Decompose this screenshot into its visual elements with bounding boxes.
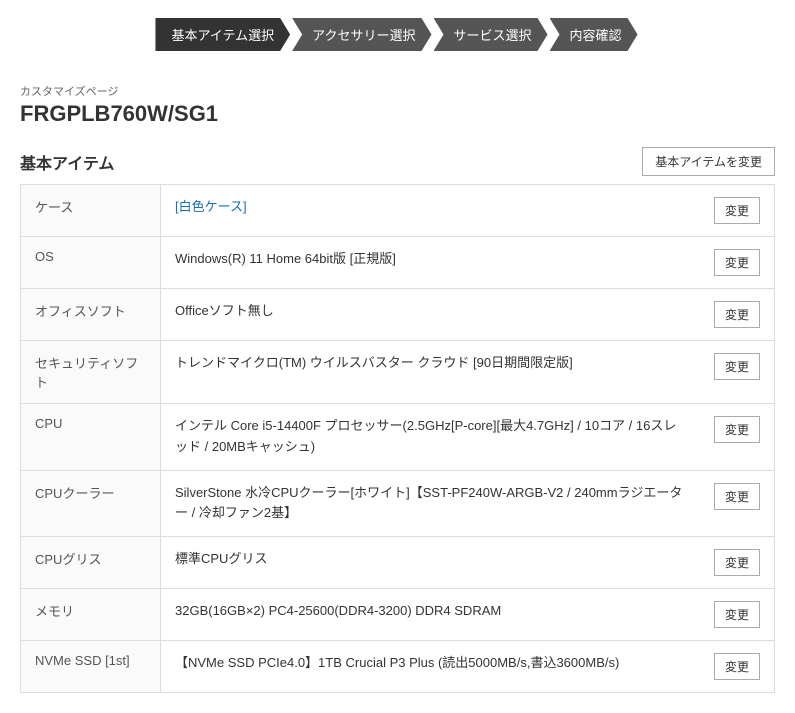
change-button[interactable]: 変更: [714, 197, 760, 224]
row-action: 変更: [700, 537, 775, 589]
breadcrumb-step-2[interactable]: サービス選択: [434, 18, 548, 51]
table-row: セキュリティソフトトレンドマイクロ(TM) ウイルスバスター クラウド [90日…: [21, 341, 775, 404]
spec-table: ケース[白色ケース]変更OSWindows(R) 11 Home 64bit版 …: [20, 184, 775, 693]
row-label: NVMe SSD [1st]: [21, 641, 161, 693]
row-value: SilverStone 水冷CPUクーラー[ホワイト]【SST-PF240W-A…: [161, 470, 700, 537]
breadcrumb-step-1[interactable]: アクセサリー選択: [292, 18, 431, 51]
row-action: 変更: [700, 404, 775, 471]
table-row: メモリ32GB(16GB×2) PC4-25600(DDR4-3200) DDR…: [21, 589, 775, 641]
row-action: 変更: [700, 185, 775, 237]
change-button[interactable]: 変更: [714, 301, 760, 328]
change-button[interactable]: 変更: [714, 653, 760, 680]
change-button[interactable]: 変更: [714, 249, 760, 276]
page-content: カスタマイズページ FRGPLB760W/SG1 基本アイテム 基本アイテムを変…: [0, 67, 795, 713]
row-value: Windows(R) 11 Home 64bit版 [正規版]: [161, 237, 700, 289]
row-action: 変更: [700, 289, 775, 341]
row-action: 変更: [700, 641, 775, 693]
change-button[interactable]: 変更: [714, 416, 760, 443]
row-value: 32GB(16GB×2) PC4-25600(DDR4-3200) DDR4 S…: [161, 589, 700, 641]
table-row: CPUインテル Core i5-14400F プロセッサー(2.5GHz[P-c…: [21, 404, 775, 471]
row-label: セキュリティソフト: [21, 341, 161, 404]
table-row: NVMe SSD [1st]【NVMe SSD PCIe4.0】1TB Cruc…: [21, 641, 775, 693]
row-label: メモリ: [21, 589, 161, 641]
row-value-link[interactable]: [白色ケース]: [175, 199, 247, 214]
change-button[interactable]: 変更: [714, 353, 760, 380]
breadcrumb-step-0[interactable]: 基本アイテム選択: [155, 18, 290, 51]
row-label: OS: [21, 237, 161, 289]
row-action: 変更: [700, 470, 775, 537]
row-value: トレンドマイクロ(TM) ウイルスバスター クラウド [90日期間限定版]: [161, 341, 700, 404]
breadcrumb-label: カスタマイズページ: [20, 83, 775, 99]
section-title: 基本アイテム: [20, 150, 114, 174]
table-row: オフィスソフトOfficeソフト無し変更: [21, 289, 775, 341]
row-value: 標準CPUグリス: [161, 537, 700, 589]
change-button[interactable]: 変更: [714, 549, 760, 576]
row-value: 【NVMe SSD PCIe4.0】1TB Crucial P3 Plus (読…: [161, 641, 700, 693]
row-label: CPU: [21, 404, 161, 471]
row-label: ケース: [21, 185, 161, 237]
row-action: 変更: [700, 589, 775, 641]
row-value: インテル Core i5-14400F プロセッサー(2.5GHz[P-core…: [161, 404, 700, 471]
row-value: [白色ケース]: [161, 185, 700, 237]
table-row: CPUグリス標準CPUグリス変更: [21, 537, 775, 589]
section-header: 基本アイテム 基本アイテムを変更: [20, 147, 775, 176]
breadcrumb-step-3[interactable]: 内容確認: [550, 18, 638, 51]
table-row: ケース [白色ケース] 変更: [21, 185, 775, 237]
breadcrumb-list: 基本アイテム選択アクセサリー選択サービス選択内容確認: [155, 18, 639, 51]
change-button[interactable]: 変更: [714, 601, 760, 628]
row-label: CPUクーラー: [21, 470, 161, 537]
breadcrumb-nav: 基本アイテム選択アクセサリー選択サービス選択内容確認: [0, 0, 795, 67]
row-label: オフィスソフト: [21, 289, 161, 341]
page-title: FRGPLB760W/SG1: [20, 101, 775, 127]
table-row: OSWindows(R) 11 Home 64bit版 [正規版] 変更: [21, 237, 775, 289]
row-action: 変更: [700, 341, 775, 404]
change-button[interactable]: 変更: [714, 483, 760, 510]
table-row: CPUクーラーSilverStone 水冷CPUクーラー[ホワイト]【SST-P…: [21, 470, 775, 537]
row-action: 変更: [700, 237, 775, 289]
change-basic-button[interactable]: 基本アイテムを変更: [642, 147, 775, 176]
row-label: CPUグリス: [21, 537, 161, 589]
row-value: Officeソフト無し: [161, 289, 700, 341]
